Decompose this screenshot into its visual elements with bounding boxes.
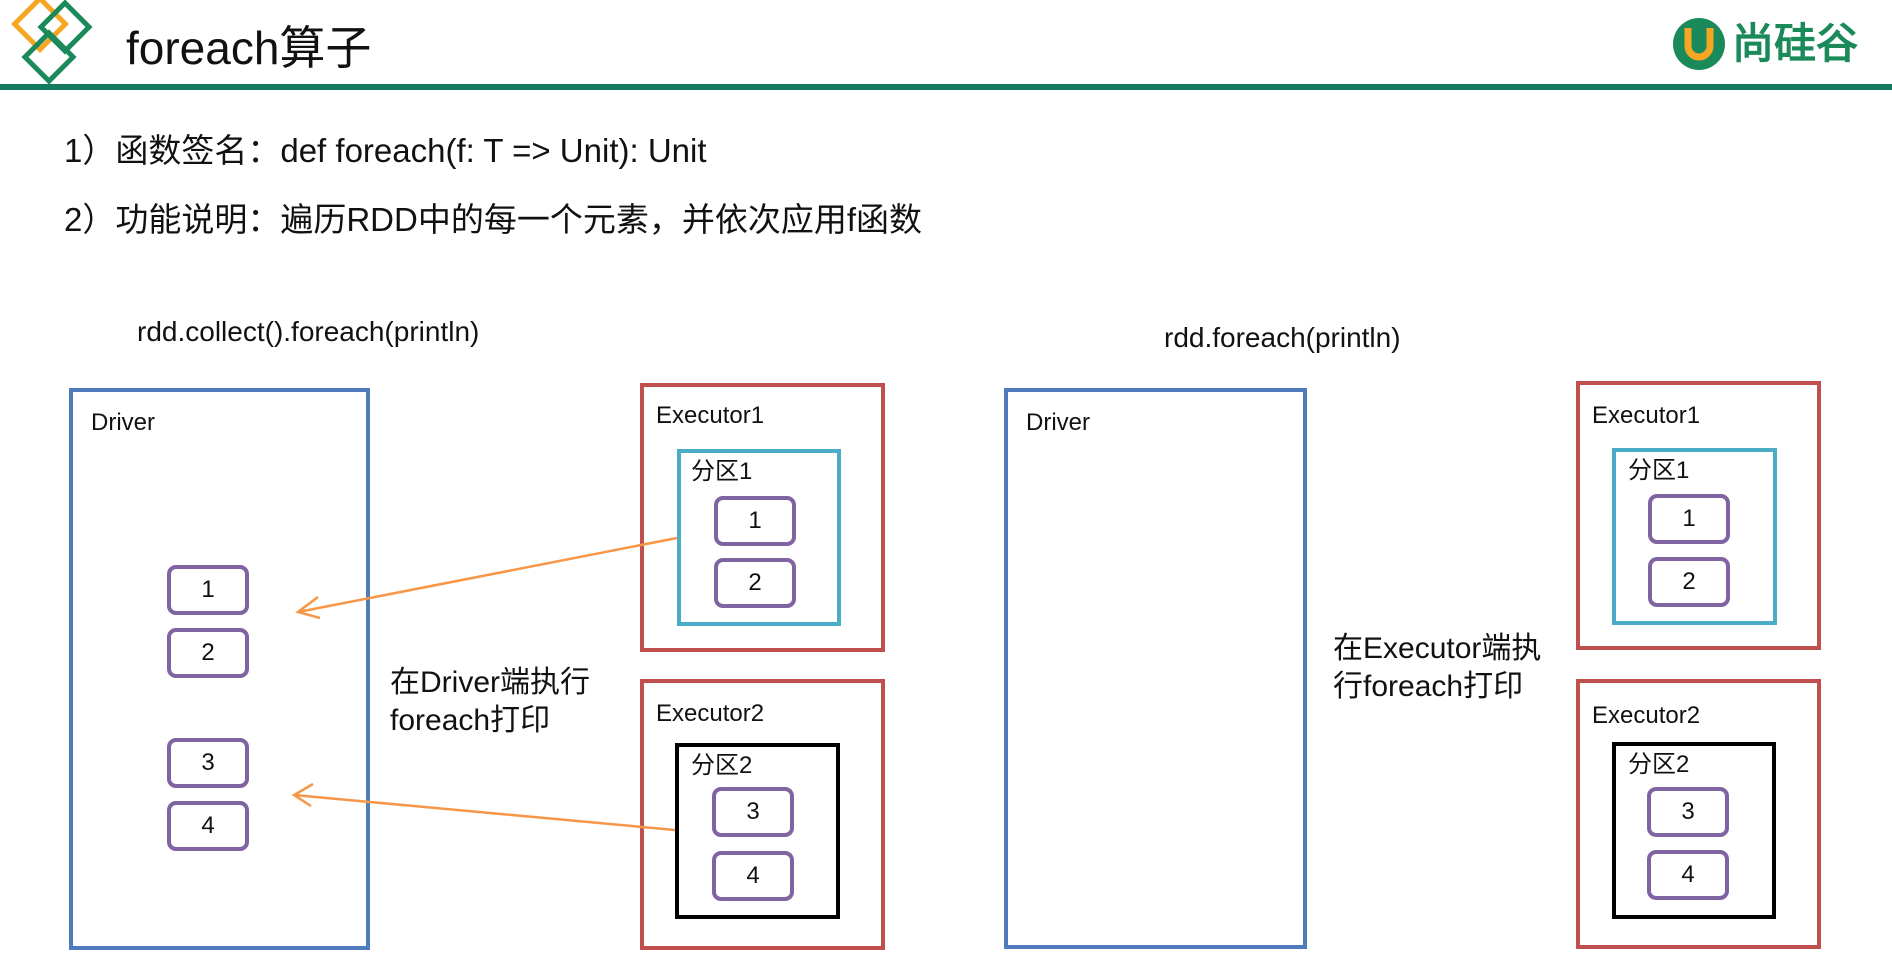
left-executor2-label: Executor2 (656, 700, 765, 727)
right-exec2-item-3: 3 (1647, 787, 1729, 837)
right-exec1-item-2: 2 (1648, 557, 1730, 607)
right-exec1-item-1: 1 (1648, 494, 1730, 544)
left-exec2-item-3: 3 (712, 787, 794, 837)
left-driver-item-3: 3 (167, 738, 249, 788)
left-driver-item-4: 4 (167, 801, 249, 851)
page-title: foreach算子 (126, 22, 372, 74)
left-exec1-item-1: 1 (714, 496, 796, 546)
right-executor1-label: Executor1 (1592, 402, 1701, 429)
left-code-caption: rdd.collect().foreach(println) (137, 316, 480, 347)
right-partition2-label: 分区2 (1628, 751, 1690, 778)
bullet-signature: 1）函数签名：def foreach(f: T => Unit): Unit (64, 132, 707, 169)
brand-logo: 尚硅谷 (1670, 16, 1858, 72)
left-driver-item-1: 1 (167, 565, 249, 615)
header-divider (0, 84, 1892, 90)
right-partition1-label: 分区1 (1628, 457, 1690, 484)
right-driver-label: Driver (1026, 409, 1090, 436)
left-executor1-label: Executor1 (656, 402, 765, 429)
right-code-caption: rdd.foreach(println) (1164, 322, 1401, 353)
diamond-logo-icon (11, 0, 93, 85)
brand-name: 尚硅谷 (1732, 20, 1859, 67)
left-driver-label: Driver (91, 409, 155, 436)
left-partition2-label: 分区2 (691, 752, 753, 779)
bullet-description: 2）功能说明：遍历RDD中的每一个元素，并依次应用f函数 (64, 201, 923, 238)
left-exec1-item-2: 2 (714, 558, 796, 608)
right-executor2-label: Executor2 (1592, 702, 1701, 729)
right-driver-box: Driver (1004, 388, 1307, 949)
left-exec2-item-4: 4 (712, 851, 794, 901)
left-partition1-label: 分区1 (691, 458, 753, 485)
right-note: 在Executor端执 行foreach打印 (1333, 632, 1542, 703)
left-driver-item-2: 2 (167, 628, 249, 678)
right-exec2-item-4: 4 (1647, 850, 1729, 900)
left-note: 在Driver端执行 foreach打印 (390, 666, 590, 737)
brand-u-icon (1673, 18, 1725, 70)
